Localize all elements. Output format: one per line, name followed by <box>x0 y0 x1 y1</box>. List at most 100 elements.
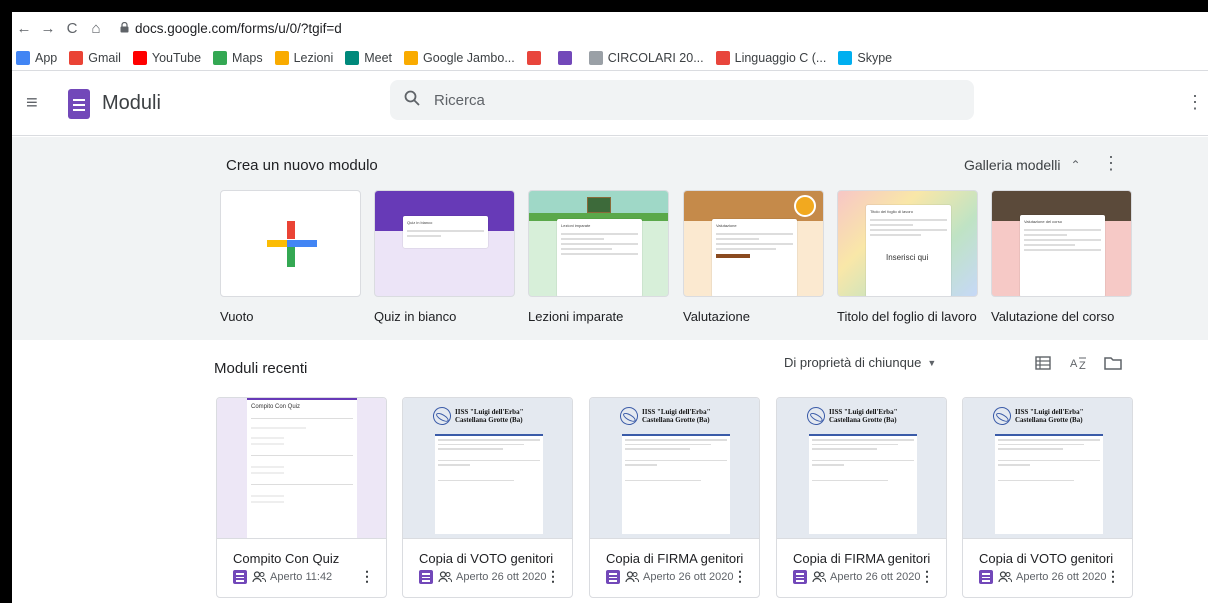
bookmark-item[interactable]: App <box>16 50 57 65</box>
shared-people-icon <box>812 571 827 583</box>
template-label: Titolo del foglio di lavoro <box>837 309 977 324</box>
forms-icon <box>606 570 620 584</box>
recent-form-card[interactable]: IISS "Luigi dell'Erba" Castellana Grotte … <box>402 397 573 598</box>
school-logo: IISS "Luigi dell'Erba" Castellana Grotte … <box>429 403 553 429</box>
shared-people-icon <box>252 571 267 583</box>
template-evaluation[interactable]: Valutazione Valutazione <box>683 190 824 324</box>
last-opened: Aperto 26 ott 2020 <box>643 571 734 583</box>
last-opened: Aperto 26 ott 2020 <box>456 571 547 583</box>
is-icon <box>526 50 541 65</box>
url-field[interactable]: docs.google.com/forms/u/0/?tgif=d <box>120 21 342 36</box>
bookmark-label: Lezioni <box>293 50 334 65</box>
sort-az-icon[interactable]: AZ <box>1068 352 1090 374</box>
thumb-title: Compito Con Quiz <box>251 404 301 410</box>
card-more-icon[interactable]: ⋮ <box>546 568 560 585</box>
forms-logo-icon[interactable] <box>68 88 90 119</box>
bookmark-label: Skype <box>857 50 893 65</box>
bookmark-item[interactable]: Skype <box>838 50 893 65</box>
form-thumbnail: IISS "Luigi dell'Erba" Castellana Grotte … <box>963 398 1132 539</box>
template-gallery: Crea un nuovo modulo Galleria modelli ⌃ … <box>12 137 1208 340</box>
form-title: Compito Con Quiz <box>233 551 340 566</box>
template-worksheet[interactable]: Titolo del foglio di lavoro Inserisci qu… <box>837 190 978 324</box>
more-vert-icon[interactable]: ⋮ <box>1186 92 1204 113</box>
template-label: Lezioni imparate <box>528 309 624 324</box>
bookmark-label: Meet <box>364 50 393 65</box>
bookmark-item[interactable] <box>526 50 546 65</box>
recent-form-card[interactable]: Compito Con Quiz Compito Con Quiz Aperto 1… <box>216 397 387 598</box>
bookmark-item[interactable]: Google Jambo... <box>404 50 515 65</box>
recent-form-card[interactable]: IISS "Luigi dell'Erba" Castellana Grotte … <box>962 397 1133 598</box>
atom-icon <box>429 403 455 429</box>
search-box[interactable] <box>390 80 974 120</box>
school-logo: IISS "Luigi dell'Erba" Castellana Grotte … <box>616 403 740 429</box>
template-lessons-learned[interactable]: Lezioni imparate Lezioni imparate <box>528 190 669 324</box>
browser-window: ← → C ⌂ docs.google.com/forms/u/0/?tgif=… <box>12 12 1208 603</box>
template-blank-quiz[interactable]: Quiz in bianco Quiz in bianco <box>374 190 515 324</box>
template-thumbnail: Valutazione <box>683 190 824 297</box>
search-icon[interactable] <box>404 90 420 111</box>
template-gallery-button[interactable]: Galleria modelli ⌃ <box>964 157 1081 173</box>
template-label: Valutazione del corso <box>991 309 1115 324</box>
form-title: Copia di FIRMA genitori <box>606 551 744 566</box>
atom-icon <box>989 403 1015 429</box>
main-menu-icon[interactable]: ≡ <box>26 92 50 115</box>
app-header: ≡ Moduli ⋮ <box>12 72 1208 136</box>
svg-text:Z: Z <box>1079 360 1086 371</box>
form-meta: Aperto 26 ott 2020 <box>793 570 921 584</box>
search-input[interactable] <box>434 91 934 109</box>
bookmark-item[interactable]: Maps <box>213 50 263 65</box>
svg-text:A: A <box>1070 358 1078 370</box>
lock-icon <box>120 21 129 36</box>
bookmark-item[interactable]: YouTube <box>132 50 201 65</box>
gmail-icon <box>69 50 84 65</box>
bookmark-label: Google Jambo... <box>423 50 515 65</box>
bookmark-item[interactable]: CIRCOLARI 20... <box>588 50 704 65</box>
list-view-icon[interactable] <box>1032 352 1054 374</box>
recent-form-card[interactable]: IISS "Luigi dell'Erba" Castellana Grotte … <box>776 397 947 598</box>
template-thumbnail: Titolo del foglio di lavoro Inserisci qu… <box>837 190 978 297</box>
card-more-icon[interactable]: ⋮ <box>1106 568 1120 585</box>
template-more-icon[interactable]: ⋮ <box>1102 153 1120 174</box>
form-meta: Aperto 26 ott 2020 <box>606 570 734 584</box>
forward-arrow-icon[interactable]: → <box>36 20 60 37</box>
home-icon[interactable]: ⌂ <box>84 20 108 37</box>
template-section-title: Crea un nuovo modulo <box>226 157 378 174</box>
form-thumbnail: IISS "Luigi dell'Erba" Castellana Grotte … <box>777 398 946 539</box>
recent-form-card[interactable]: IISS "Luigi dell'Erba" Castellana Grotte … <box>589 397 760 598</box>
back-arrow-icon[interactable]: ← <box>12 20 36 37</box>
bookmark-item[interactable]: Meet <box>345 50 393 65</box>
form-thumbnail: IISS "Luigi dell'Erba" Castellana Grotte … <box>590 398 759 539</box>
skype-icon <box>838 50 853 65</box>
bookmark-item[interactable] <box>557 50 577 65</box>
folder-icon[interactable] <box>1102 352 1124 374</box>
card-more-icon[interactable]: ⋮ <box>920 568 934 585</box>
owner-filter-dropdown[interactable]: Di proprietà di chiunque ▼ <box>784 355 936 370</box>
form-title: Copia di FIRMA genitori <box>793 551 931 566</box>
school-icon <box>588 50 603 65</box>
recent-forms-title: Moduli recenti <box>214 360 308 377</box>
last-opened: Aperto 26 ott 2020 <box>1016 571 1107 583</box>
shared-people-icon <box>998 571 1013 583</box>
bookmark-item[interactable]: Lezioni <box>274 50 334 65</box>
card-more-icon[interactable]: ⋮ <box>733 568 747 585</box>
bookmark-item[interactable]: Gmail <box>69 50 121 65</box>
card-more-icon[interactable]: ⋮ <box>360 568 374 585</box>
youtube-icon <box>132 50 147 65</box>
template-thumbnail: Quiz in bianco <box>374 190 515 297</box>
template-course-evaluation[interactable]: Valutazione del corso Valutazione del co… <box>991 190 1132 324</box>
bookmark-item[interactable]: Linguaggio C (... <box>715 50 826 65</box>
school-logo: IISS "Luigi dell'Erba" Castellana Grotte … <box>989 403 1113 429</box>
school-logo: IISS "Luigi dell'Erba" Castellana Grotte … <box>803 403 927 429</box>
template-blank[interactable]: Vuoto <box>220 190 361 324</box>
reload-icon[interactable]: C <box>60 20 84 37</box>
plus-icon <box>267 221 317 267</box>
shared-people-icon <box>625 571 640 583</box>
last-opened: Aperto 11:42 <box>270 571 333 583</box>
form-thumbnail: Compito Con Quiz <box>217 398 386 539</box>
bookmark-label: Gmail <box>88 50 121 65</box>
dropdown-arrow-icon: ▼ <box>927 357 937 368</box>
form-title: Copia di VOTO genitori <box>979 551 1114 566</box>
template-thumbnail: Valutazione del corso <box>991 190 1132 297</box>
forms-icon <box>419 570 433 584</box>
app-title: Moduli <box>102 92 161 114</box>
